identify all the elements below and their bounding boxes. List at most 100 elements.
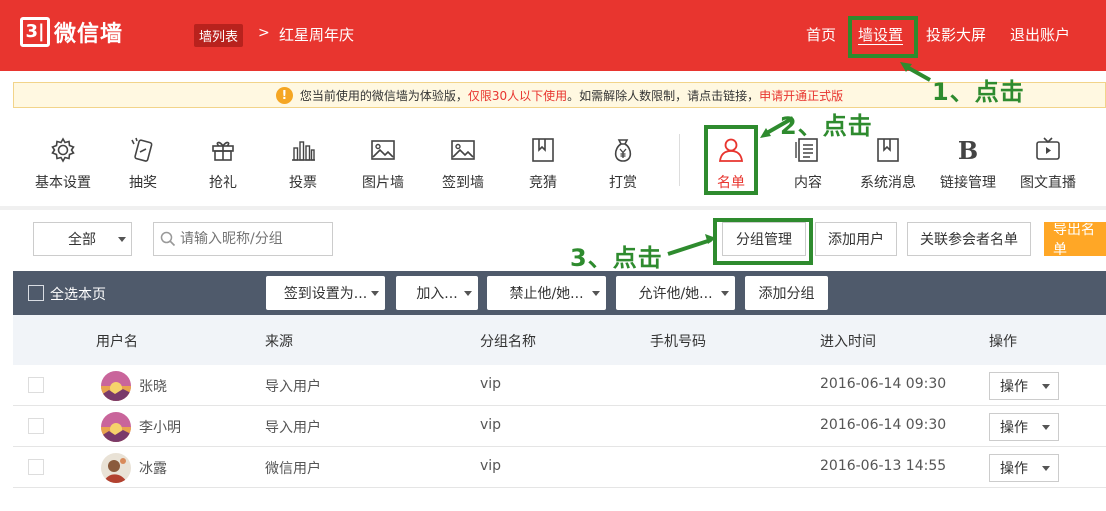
row-action-dropdown[interactable]: 操作 [989,454,1059,482]
link-attendee-list-button[interactable]: 关联参会者名单 [907,222,1031,256]
user-name: 李小明 [139,420,181,436]
upgrade-link[interactable]: 申请开通正式版 [759,87,843,104]
row-action-dropdown[interactable]: 操作 [989,372,1059,400]
tool-label: 抢礼 [209,175,237,191]
tool-lottery[interactable]: 抽奖 [103,120,183,200]
tool-label: 系统消息 [860,175,916,191]
table-row: 张晓 导入用户 vip 2016-06-14 09:30 操作 [13,365,1106,406]
export-list-button[interactable]: 导出名单 [1044,222,1106,256]
tool-label: 打赏 [609,175,637,191]
tool-quiz[interactable]: 竞猜 [503,120,583,200]
row-action-dropdown[interactable]: 操作 [989,413,1059,441]
row-checkbox[interactable] [28,418,44,434]
bar-chart-icon [292,141,315,161]
tool-label: 投票 [289,175,317,191]
entry-time: 2016-06-13 14:55 [820,458,947,474]
tool-roster[interactable]: 名单 [691,120,771,200]
group-management-button[interactable]: 分组管理 [722,222,806,256]
column-header: 手机号码 [650,334,706,350]
action-label: 操作 [1000,379,1028,395]
nav-projection-screen[interactable]: 投影大屏 [926,24,986,45]
join-dropdown[interactable]: 加入... [396,276,478,310]
table-row: 冰露 微信用户 vip 2016-06-13 14:55 操作 [13,447,1106,488]
tool-vote[interactable]: 投票 [263,120,343,200]
svg-text:B: B [958,136,978,164]
tool-photo-wall[interactable]: 图片墙 [343,120,423,200]
user-name: 冰露 [139,461,167,477]
action-label: 操作 [1000,420,1028,436]
action-label: 操作 [1000,461,1028,477]
warning-icon: ! [275,86,293,104]
annotation-step-3: 3、点击 [570,244,663,272]
user-group: vip [480,458,502,474]
tool-label: 签到墙 [442,175,484,191]
tool-label: 链接管理 [940,175,996,191]
avatar [101,412,131,442]
add-group-button[interactable]: 添加分组 [745,276,828,310]
dropdown-label: 签到设置为... [283,286,368,302]
tool-reward[interactable]: 打赏 [583,120,663,200]
notice-limit: 仅限30人以下使用 [467,88,568,103]
logo-text: 微信墙 [54,22,124,47]
user-group: vip [480,376,502,392]
bookmark-icon [532,138,554,162]
annotation-step-2: 2、点击 [780,112,873,140]
chevron-down-icon [371,291,379,296]
nav-wall-settings[interactable]: 墙设置 [858,24,903,45]
tool-gift[interactable]: 抢礼 [183,120,263,200]
breadcrumb-wall-list[interactable]: 墙列表 [194,24,244,47]
chevron-down-icon [1042,466,1050,471]
search-input[interactable] [180,231,330,247]
allow-dropdown[interactable]: 允许他/她... [616,276,735,310]
column-header: 操作 [989,334,1017,350]
column-header: 来源 [265,334,293,350]
gift-icon [212,141,234,161]
avatar [101,453,131,483]
column-header: 分组名称 [480,334,536,350]
add-user-button[interactable]: 添加用户 [815,222,897,256]
tool-basic-settings[interactable]: 基本设置 [23,120,103,200]
table-row: 李小明 导入用户 vip 2016-06-14 09:30 操作 [13,406,1106,447]
entry-time: 2016-06-14 09:30 [820,376,947,392]
row-checkbox[interactable] [28,459,44,475]
gear-icon [51,137,75,163]
logo[interactable]: 3| 微信墙 [20,16,123,48]
chevron-down-icon [118,237,126,242]
chevron-down-icon [592,291,600,296]
select-all-checkbox[interactable] [28,285,44,301]
image-icon [451,140,475,160]
row-checkbox[interactable] [28,377,44,393]
nav-logout[interactable]: 退出账户 [1010,24,1070,45]
dropdown-label: 允许他/她... [638,286,713,302]
user-group: vip [480,417,502,433]
money-bag-icon [614,139,632,162]
breadcrumb-separator: > [258,25,270,41]
user-icon [718,138,744,162]
chevron-down-icon [1042,425,1050,430]
tool-live-post[interactable]: 图文直播 [1008,120,1088,200]
feature-toolbar: 基本设置 抽奖 抢礼 投票 图片墙 签到墙 竞猜 打赏 名单 内容 系统消息 B… [13,120,1106,206]
user-name: 张晓 [139,379,167,395]
avatar [101,371,131,401]
toolbar-divider [679,134,680,186]
user-source: 导入用户 [265,379,321,395]
notice-text-b: 。如需解除人数限制，请点击链接， [567,88,760,103]
group-filter-select[interactable]: 全部 [33,222,132,256]
section-divider [0,206,1106,210]
tool-label: 图文直播 [1020,175,1076,191]
column-header: 进入时间 [820,334,876,350]
ban-dropdown[interactable]: 禁止他/她... [487,276,606,310]
checkin-setting-dropdown[interactable]: 签到设置为... [266,276,385,310]
select-all-label[interactable]: 全选本页 [50,284,106,304]
chevron-down-icon [1042,384,1050,389]
tool-label: 内容 [794,175,822,191]
entry-time: 2016-06-14 09:30 [820,417,947,433]
chevron-down-icon [464,291,472,296]
notice-text-a: 您当前使用的微信墙为体验版， [299,88,468,103]
search-box [153,222,333,256]
annotation-step-1: 1、点击 [932,78,1025,106]
tool-link-management[interactable]: B 链接管理 [928,120,1008,200]
tool-label: 抽奖 [129,175,157,191]
nav-home[interactable]: 首页 [806,24,836,45]
tool-checkin-wall[interactable]: 签到墙 [423,120,503,200]
